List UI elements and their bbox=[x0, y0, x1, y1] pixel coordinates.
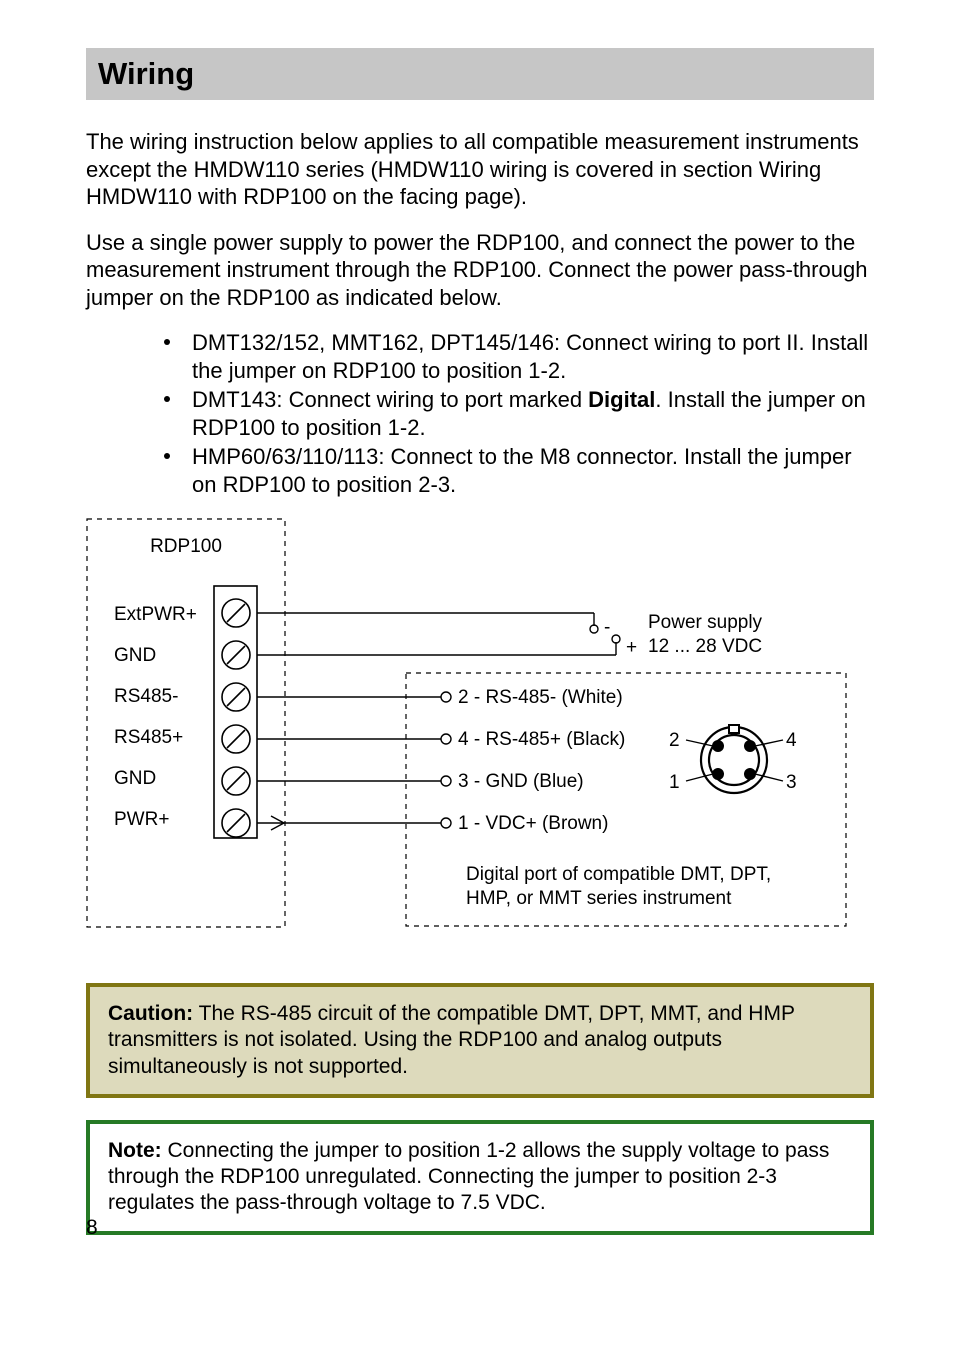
list-item: HMP60/63/110/113: Connect to the M8 conn… bbox=[164, 443, 874, 498]
note-label: Note: bbox=[108, 1139, 162, 1162]
paragraph-1: The wiring instruction below applies to … bbox=[86, 128, 874, 211]
list-item-bold: Digital bbox=[588, 387, 655, 412]
power-plus: + bbox=[626, 637, 637, 658]
caution-box: Caution: The RS-485 circuit of the compa… bbox=[86, 983, 874, 1098]
wire-label: 4 - RS-485+ (Black) bbox=[458, 729, 625, 750]
wire-label: 2 - RS-485- (White) bbox=[458, 687, 623, 708]
diagram-footer-2: HMP, or MMT series instrument bbox=[466, 888, 732, 909]
list-item: DMT132/152, MMT162, DPT145/146: Connect … bbox=[164, 329, 874, 384]
list-item: DMT143: Connect wiring to port marked Di… bbox=[164, 386, 874, 441]
terminal-label: PWR+ bbox=[114, 809, 169, 830]
pin-label: 3 bbox=[786, 772, 797, 793]
pin-label: 1 bbox=[669, 772, 680, 793]
terminal-label: RS485+ bbox=[114, 727, 183, 748]
caution-label: Caution: bbox=[108, 1002, 193, 1025]
terminal-label: RS485- bbox=[114, 686, 178, 707]
screw-terminal-icon bbox=[222, 599, 250, 837]
list-item-pre: DMT143: Connect wiring to port marked bbox=[192, 387, 588, 412]
terminal-label: GND bbox=[114, 768, 156, 789]
section-header: Wiring bbox=[86, 48, 874, 100]
pin-label: 4 bbox=[786, 730, 797, 751]
note-text: Connecting the jumper to position 1-2 al… bbox=[108, 1139, 829, 1215]
terminal-label: ExtPWR+ bbox=[114, 604, 197, 625]
caution-text: The RS-485 circuit of the compatible DMT… bbox=[108, 1002, 795, 1078]
connector-icon bbox=[686, 725, 783, 793]
page-title: Wiring bbox=[98, 56, 862, 92]
power-minus: - bbox=[604, 617, 610, 638]
power-label-1: Power supply bbox=[648, 612, 763, 633]
paragraph-2: Use a single power supply to power the R… bbox=[86, 229, 874, 312]
terminal-label: GND bbox=[114, 645, 156, 666]
wire-label: 3 - GND (Blue) bbox=[458, 771, 584, 792]
bullet-list: DMT132/152, MMT162, DPT145/146: Connect … bbox=[164, 329, 874, 498]
page: Wiring The wiring instruction below appl… bbox=[0, 0, 954, 1350]
device-label: RDP100 bbox=[150, 536, 222, 557]
note-box: Note: Connecting the jumper to position … bbox=[86, 1120, 874, 1235]
page-number: 8 bbox=[86, 1216, 98, 1240]
diagram-footer-1: Digital port of compatible DMT, DPT, bbox=[466, 864, 771, 885]
wire-label: 1 - VDC+ (Brown) bbox=[458, 813, 608, 834]
wiring-diagram: RDP100 ExtPWR+ GND RS485- RS485+ GND PWR… bbox=[86, 518, 848, 938]
power-label-2: 12 ... 28 VDC bbox=[648, 636, 762, 657]
pin-label: 2 bbox=[669, 730, 680, 751]
